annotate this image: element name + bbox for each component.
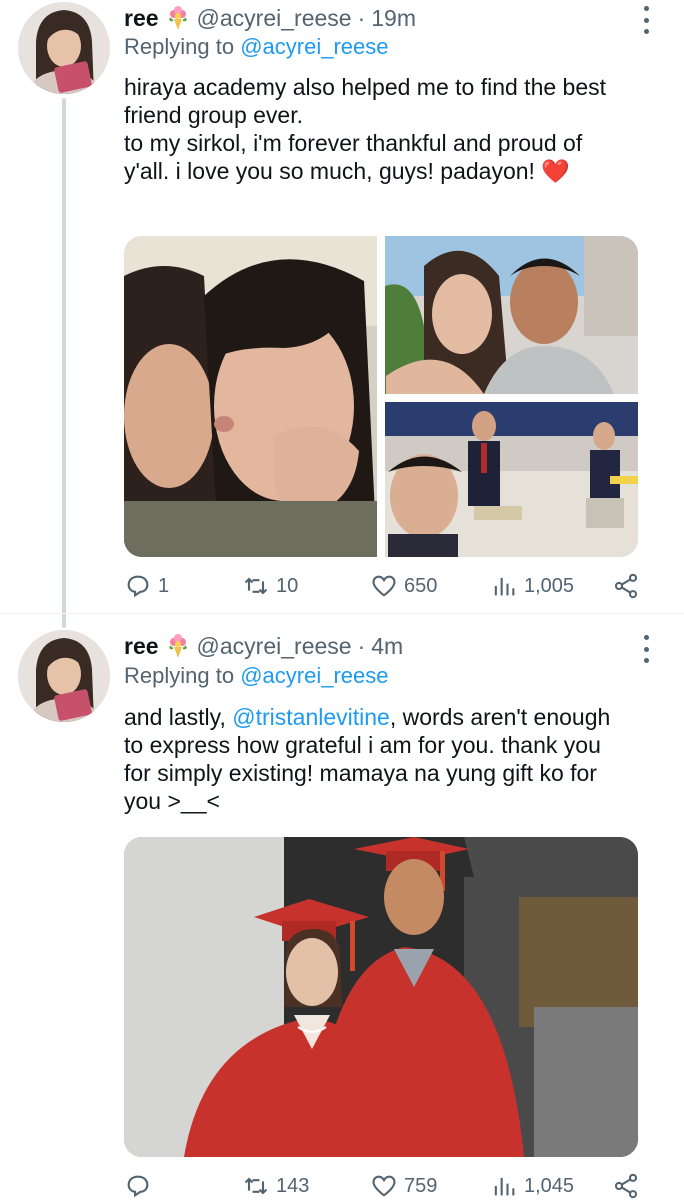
retweet-count: 143 <box>276 1174 310 1197</box>
avatar[interactable] <box>18 2 110 94</box>
tweet-divider <box>0 613 684 614</box>
action-bar: 143 759 1,045 <box>124 1168 644 1200</box>
tweet-text-line: hiraya academy also helped me to find th… <box>124 74 607 100</box>
like-count: 759 <box>404 1174 438 1197</box>
view-count: 1,005 <box>524 574 575 597</box>
replying-to: Replying to @acyrei_reese <box>124 663 388 689</box>
views-chart-icon <box>494 577 515 596</box>
tweet-text-line: to express how grateful i am for you. th… <box>124 732 601 758</box>
share-button[interactable] <box>612 1168 640 1200</box>
replying-to-handle[interactable]: @acyrei_reese <box>240 663 388 688</box>
retweet-button[interactable]: 143 <box>242 1168 309 1200</box>
tweet-text-line: y'all. i love you so much, guys! padayon… <box>124 158 570 184</box>
user-handle[interactable]: @acyrei_reese <box>197 633 352 660</box>
reply-count: 1 <box>158 574 170 597</box>
retweet-icon <box>244 1177 268 1195</box>
more-options-icon[interactable] <box>644 635 652 663</box>
more-options-icon[interactable] <box>644 6 652 34</box>
share-icon <box>614 573 638 599</box>
timestamp[interactable]: 19m <box>371 5 416 32</box>
like-count: 650 <box>404 574 438 597</box>
replying-prefix: Replying to <box>124 34 241 59</box>
view-count: 1,045 <box>524 1174 575 1197</box>
reply-icon <box>127 1175 149 1198</box>
avatar[interactable] <box>18 630 110 722</box>
views-button[interactable]: 1,045 <box>490 1168 574 1200</box>
share-button[interactable] <box>612 568 640 604</box>
tweet-text: hiraya academy also helped me to find th… <box>124 73 654 185</box>
timestamp[interactable]: 4m <box>371 633 403 660</box>
separator-dot: · <box>357 4 366 31</box>
retweet-icon <box>244 577 268 595</box>
tweet-text-line: for simply existing! mamaya na yung gift… <box>124 760 597 786</box>
replying-to: Replying to @acyrei_reese <box>124 34 388 60</box>
photo-classroom <box>385 402 638 557</box>
share-icon <box>614 1173 638 1199</box>
bouquet-icon <box>165 633 191 659</box>
user-handle[interactable]: @acyrei_reese <box>197 5 352 32</box>
views-button[interactable]: 1,005 <box>490 568 574 604</box>
views-chart-icon <box>494 1177 515 1196</box>
heart-icon <box>372 1175 396 1197</box>
tweet-header: ree @acyrei_reese · 19m <box>124 2 634 34</box>
retweet-button[interactable]: 10 <box>242 568 298 604</box>
reply-button[interactable] <box>124 1168 158 1200</box>
retweet-count: 10 <box>276 574 299 597</box>
reply-button[interactable]: 1 <box>124 568 169 604</box>
photo-selfie-outdoor <box>385 236 638 394</box>
tweet-text-line: you >__< <box>124 788 220 814</box>
display-name[interactable]: ree <box>124 633 159 660</box>
like-button[interactable]: 759 <box>370 1168 437 1200</box>
replying-to-handle[interactable]: @acyrei_reese <box>240 34 388 59</box>
red-heart-emoji: ❤️ <box>541 158 570 184</box>
bouquet-icon <box>165 5 191 31</box>
tweet-text-line: friend group ever. <box>124 102 304 128</box>
photo-friends-closeup <box>124 236 377 557</box>
tweet-text: and lastly, @tristanlevitine, words aren… <box>124 703 654 815</box>
reply-icon <box>127 575 149 598</box>
display-name[interactable]: ree <box>124 5 159 32</box>
media-grid[interactable] <box>124 236 638 557</box>
thread-line <box>62 98 66 628</box>
tweet[interactable]: ree @acyrei_reese · 4m Replying to @acyr… <box>0 615 684 1200</box>
graduation-photo[interactable] <box>124 837 638 1157</box>
tweet[interactable]: ree @acyrei_reese · 19m Replying to @acy… <box>0 0 684 628</box>
heart-icon <box>372 575 396 597</box>
action-bar: 1 10 650 1,005 <box>124 568 644 604</box>
tweet-text-line: and lastly, @tristanlevitine, words aren… <box>124 704 611 730</box>
mention-link[interactable]: @tristanlevitine <box>232 704 390 730</box>
separator-dot: · <box>357 632 366 659</box>
tweet-header: ree @acyrei_reese · 4m <box>124 630 634 662</box>
replying-prefix: Replying to <box>124 663 241 688</box>
tweet-text-line: to my sirkol, i'm forever thankful and p… <box>124 130 583 156</box>
like-button[interactable]: 650 <box>370 568 437 604</box>
